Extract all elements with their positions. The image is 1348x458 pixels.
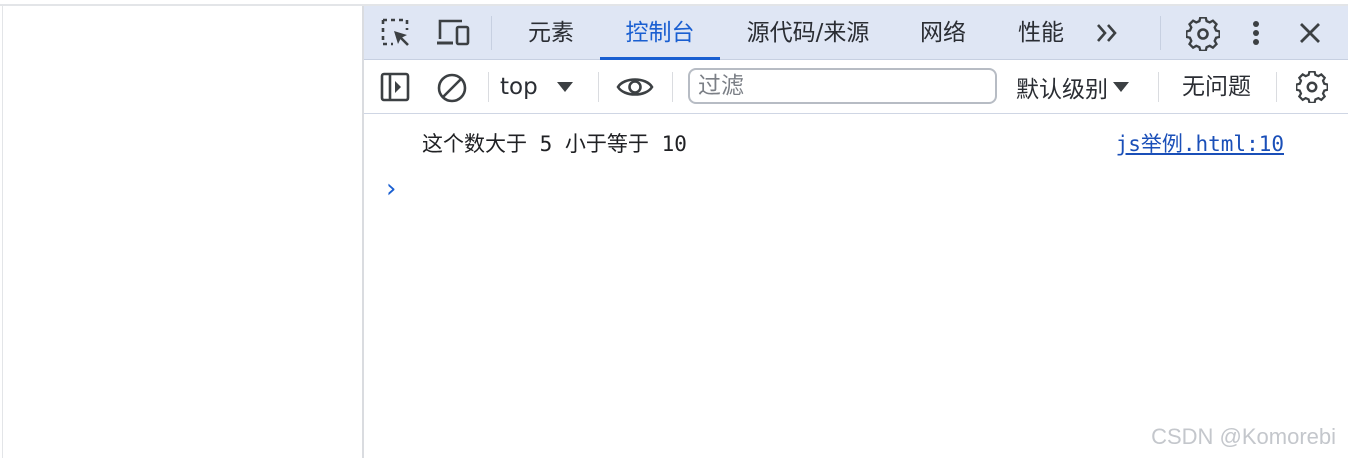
inspected-page-area[interactable] <box>3 6 362 458</box>
tab-performance[interactable]: 性能 <box>1004 6 1078 60</box>
device-toolbar-icon[interactable] <box>436 17 472 49</box>
console-message-source-link[interactable]: js举例.html:10 <box>1116 128 1284 158</box>
devtools-panel: 元素 控制台 源代码/来源 网络 性能 top 过滤 默认级别 无问题 这个数大… <box>362 6 1348 458</box>
inspect-element-icon[interactable] <box>380 17 412 49</box>
tab-network[interactable]: 网络 <box>906 6 980 60</box>
issues-counter[interactable]: 无问题 <box>1182 60 1251 114</box>
clear-console-icon[interactable] <box>436 72 468 104</box>
console-message-text: 这个数大于 5 小于等于 10 <box>422 132 687 156</box>
toolbar-divider <box>1276 72 1277 102</box>
devtools-tabbar: 元素 控制台 源代码/来源 网络 性能 <box>364 6 1348 60</box>
log-level-label: 默认级别 <box>1016 77 1108 103</box>
context-label: top <box>500 74 538 100</box>
context-selector[interactable]: top <box>500 60 574 114</box>
close-icon[interactable] <box>1296 19 1324 47</box>
tab-sources[interactable]: 源代码/来源 <box>734 6 882 60</box>
screen: 元素 控制台 源代码/来源 网络 性能 top 过滤 默认级别 无问题 这个数大… <box>0 0 1348 458</box>
toolbar-divider <box>672 72 673 102</box>
live-expression-eye-icon[interactable] <box>616 74 654 100</box>
console-toolbar: top 默认级别 无问题 <box>364 60 1348 114</box>
toolbar-divider <box>598 72 599 102</box>
log-level-selector[interactable]: 默认级别 <box>1016 60 1130 114</box>
console-settings-icon[interactable] <box>1296 71 1328 103</box>
console-message: 这个数大于 5 小于等于 10 js举例.html:10 <box>364 128 1348 156</box>
tab-console[interactable]: 控制台 <box>600 6 720 60</box>
tabbar-divider <box>491 16 492 50</box>
sidebar-toggle-icon[interactable] <box>380 72 410 102</box>
console-output: 这个数大于 5 小于等于 10 js举例.html:10 › <box>364 114 1348 458</box>
more-tabs-icon[interactable] <box>1094 19 1124 47</box>
toolbar-divider <box>488 72 489 102</box>
tabbar-divider-right <box>1160 16 1161 50</box>
more-menu-icon[interactable] <box>1246 17 1266 49</box>
watermark: CSDN @Komorebi <box>1151 424 1336 449</box>
filter-input[interactable] <box>688 68 997 104</box>
tab-elements[interactable]: 元素 <box>514 6 588 60</box>
dropdown-arrow-icon <box>556 80 574 94</box>
settings-icon[interactable] <box>1186 17 1220 51</box>
toolbar-divider <box>1158 72 1159 102</box>
level-dropdown-arrow-icon <box>1112 80 1130 94</box>
console-prompt-icon[interactable]: › <box>386 174 396 204</box>
